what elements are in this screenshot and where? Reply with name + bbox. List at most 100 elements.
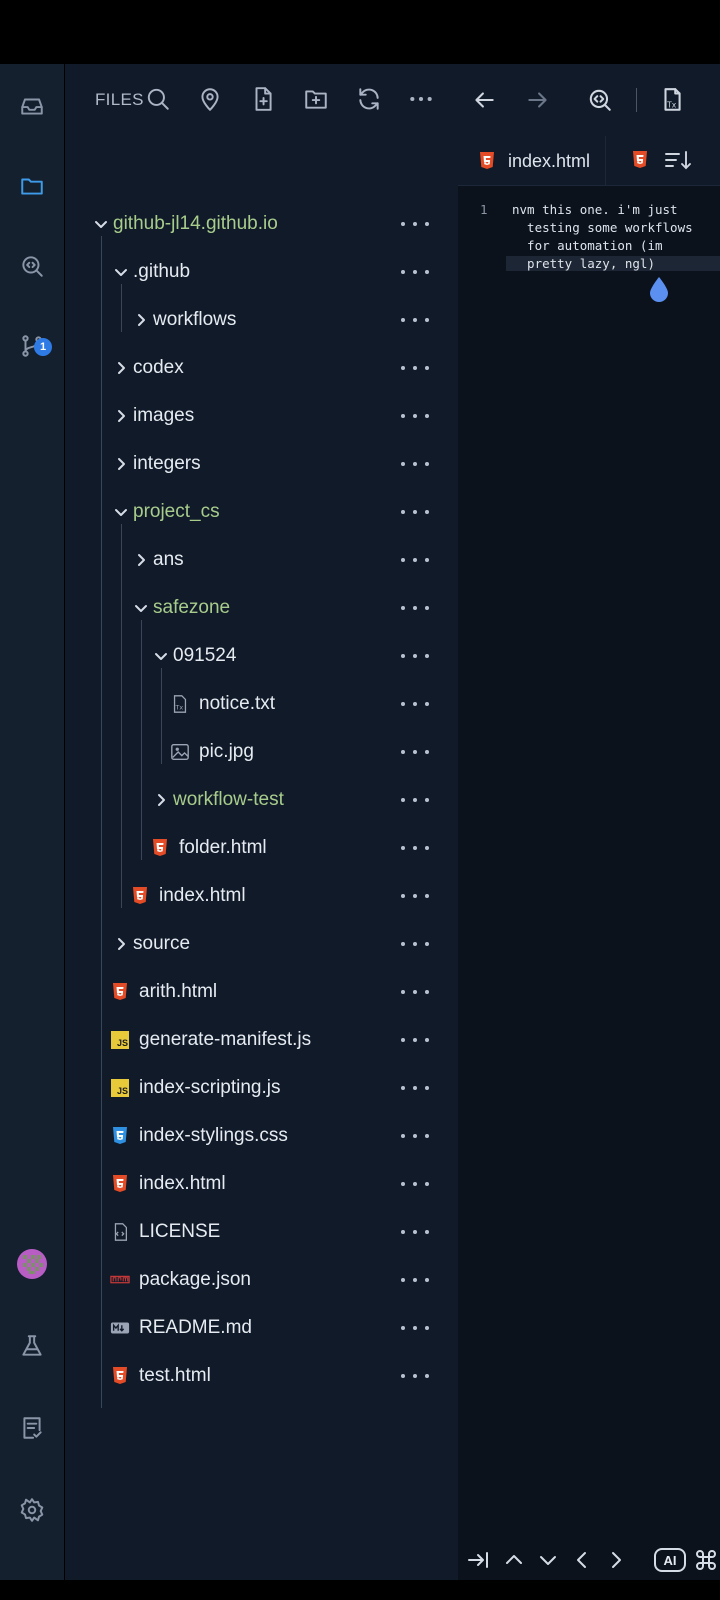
more-icon[interactable] xyxy=(401,788,429,812)
arrow-up-icon[interactable] xyxy=(498,1544,530,1576)
tree-file-generate-manifest-js[interactable]: JS generate-manifest.js xyxy=(65,1016,458,1064)
html5-icon xyxy=(109,1365,131,1387)
more-icon[interactable] xyxy=(401,596,429,620)
more-icon[interactable] xyxy=(401,356,429,380)
arrow-left-icon[interactable] xyxy=(566,1544,598,1576)
command-key-icon[interactable] xyxy=(690,1544,720,1576)
code-search-icon[interactable] xyxy=(12,246,52,286)
more-icon[interactable] xyxy=(401,884,429,908)
chevron-down-icon xyxy=(111,502,131,522)
more-icon[interactable] xyxy=(401,836,429,860)
tree-item-label: arith.html xyxy=(139,981,218,1002)
back-arrow-icon[interactable] xyxy=(466,82,502,118)
tree-item-label: notice.txt xyxy=(199,693,276,714)
refresh-icon[interactable] xyxy=(351,81,387,117)
more-icon[interactable] xyxy=(401,212,429,236)
tree-item-label: project_cs xyxy=(133,501,220,522)
source-control-icon[interactable]: 1 xyxy=(12,326,52,366)
more-icon[interactable] xyxy=(401,1076,429,1100)
code-search-icon[interactable] xyxy=(582,82,618,118)
tree-item-label: README.md xyxy=(139,1317,252,1338)
chevron-right-icon xyxy=(131,550,151,570)
more-icon[interactable] xyxy=(401,980,429,1004)
cursor-handle-icon[interactable] xyxy=(648,276,670,302)
tree-folder-091524[interactable]: 091524 xyxy=(65,632,458,680)
tree-file-index-html[interactable]: index.html xyxy=(65,872,458,920)
ai-button[interactable]: AI xyxy=(654,1548,686,1572)
more-icon[interactable] xyxy=(401,692,429,716)
inbox-icon[interactable] xyxy=(12,86,52,126)
settings-icon[interactable] xyxy=(12,1490,52,1530)
more-icon[interactable] xyxy=(401,1124,429,1148)
tree-folder-images[interactable]: images xyxy=(65,392,458,440)
tree-folder-codex[interactable]: codex xyxy=(65,344,458,392)
more-icon[interactable] xyxy=(401,740,429,764)
tree-folder-integers[interactable]: integers xyxy=(65,440,458,488)
tree-folder-workflows[interactable]: workflows xyxy=(65,296,458,344)
new-file-icon[interactable] xyxy=(245,81,281,117)
location-pin-icon[interactable] xyxy=(192,81,228,117)
source-control-badge: 1 xyxy=(34,338,52,356)
avatar[interactable] xyxy=(12,1244,52,1284)
tree-file-index-scripting-js[interactable]: JS index-scripting.js xyxy=(65,1064,458,1112)
files-icon[interactable] xyxy=(12,166,52,206)
tree-folder-ans[interactable]: ans xyxy=(65,536,458,584)
more-icon[interactable] xyxy=(401,1364,429,1388)
tree-file-index-html-root[interactable]: index.html xyxy=(65,1160,458,1208)
tree-item-label: integers xyxy=(133,453,201,474)
sort-icon[interactable] xyxy=(664,148,694,174)
tree-folder-github[interactable]: .github xyxy=(65,248,458,296)
more-icon[interactable] xyxy=(401,308,429,332)
chevron-down-icon xyxy=(91,214,111,234)
tree-item-label: workflows xyxy=(153,309,237,330)
more-icon[interactable] xyxy=(403,81,439,117)
more-icon[interactable] xyxy=(401,1316,429,1340)
tree-folder-root[interactable]: github-jl14.github.io xyxy=(65,200,458,248)
tree-file-pic-jpg[interactable]: pic.jpg xyxy=(65,728,458,776)
tree-folder-source[interactable]: source xyxy=(65,920,458,968)
tree-file-readme-md[interactable]: README.md xyxy=(65,1304,458,1352)
html5-icon[interactable] xyxy=(630,150,652,172)
more-icon[interactable] xyxy=(401,404,429,428)
css3-icon xyxy=(109,1125,131,1147)
editor-pane: Tx index.html 1 nvm this one. i'm just t… xyxy=(458,64,720,1580)
tree-file-index-stylings-css[interactable]: index-stylings.css xyxy=(65,1112,458,1160)
code-line: testing some workflows xyxy=(512,220,693,235)
tree-item-label: pic.jpg xyxy=(199,741,254,762)
more-icon[interactable] xyxy=(401,452,429,476)
tab-index-html[interactable]: index.html xyxy=(458,136,606,186)
more-icon[interactable] xyxy=(401,1172,429,1196)
more-icon[interactable] xyxy=(401,644,429,668)
arrow-down-icon[interactable] xyxy=(532,1544,564,1576)
flask-icon[interactable] xyxy=(12,1326,52,1366)
tree-file-notice-txt[interactable]: Tx notice.txt xyxy=(65,680,458,728)
tab-key-icon[interactable] xyxy=(462,1544,494,1576)
checklist-icon[interactable] xyxy=(12,1408,52,1448)
more-icon[interactable] xyxy=(401,932,429,956)
tree-item-label: generate-manifest.js xyxy=(139,1029,312,1050)
more-icon[interactable] xyxy=(401,1028,429,1052)
tree-folder-project-cs[interactable]: project_cs xyxy=(65,488,458,536)
tree-file-package-json[interactable]: package.json xyxy=(65,1256,458,1304)
more-icon[interactable] xyxy=(401,1268,429,1292)
svg-text:Tx: Tx xyxy=(174,704,183,711)
chevron-right-icon xyxy=(111,358,131,378)
more-icon[interactable] xyxy=(401,260,429,284)
tree-file-folder-html[interactable]: folder.html xyxy=(65,824,458,872)
tree-file-license[interactable]: LICENSE xyxy=(65,1208,458,1256)
more-icon[interactable] xyxy=(401,548,429,572)
forward-arrow-icon[interactable] xyxy=(520,82,556,118)
text-file-icon[interactable]: Tx xyxy=(654,82,690,118)
more-icon[interactable] xyxy=(401,1220,429,1244)
text-file-icon: Tx xyxy=(169,693,191,715)
arrow-right-icon[interactable] xyxy=(600,1544,632,1576)
tree-item-label: index.html xyxy=(139,1173,226,1194)
new-folder-icon[interactable] xyxy=(298,81,334,117)
more-icon[interactable] xyxy=(401,500,429,524)
chevron-down-icon xyxy=(151,646,171,666)
tree-file-test-html[interactable]: test.html xyxy=(65,1352,458,1400)
tree-folder-safezone[interactable]: safezone xyxy=(65,584,458,632)
tree-folder-workflow-test[interactable]: workflow-test xyxy=(65,776,458,824)
tree-file-arith-html[interactable]: arith.html xyxy=(65,968,458,1016)
search-icon[interactable] xyxy=(140,81,176,117)
